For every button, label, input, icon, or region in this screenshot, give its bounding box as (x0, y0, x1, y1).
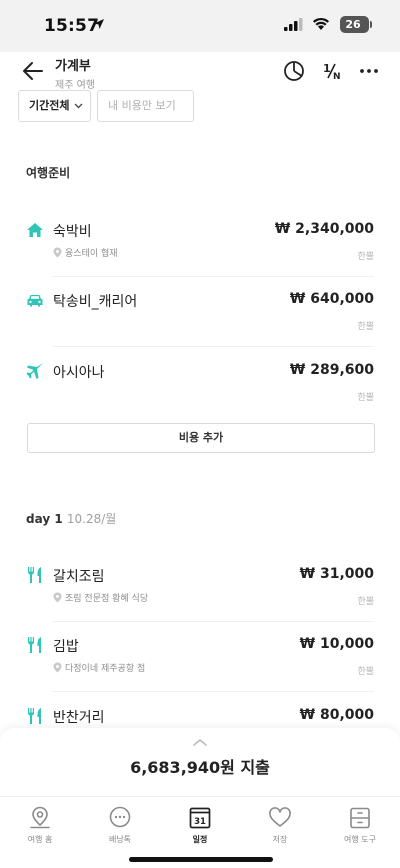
expense-name: 반찬거리 (53, 710, 105, 726)
expense-place-text: 조림 전문점 황혜 식당 (65, 594, 149, 604)
location-arrow-icon (94, 19, 104, 29)
settle-status: 한뿔 (357, 393, 374, 403)
expense-place-text: 융스테이 협재 (65, 249, 118, 259)
day-section-title: day 1 10.28/월 (26, 510, 116, 527)
expense-place-text: 다정이네 제주공항 점 (65, 664, 146, 674)
prep-section-title: 여행준비 (26, 166, 71, 180)
home-indicator (129, 857, 273, 862)
toolbox-icon (350, 807, 370, 829)
calendar-icon: 31 (189, 807, 211, 829)
chevron-down-icon (74, 103, 83, 109)
my-expenses-toggle[interactable]: 내 비용만 보기 (97, 90, 194, 122)
expense-amount: ₩ 2,340,000 (274, 221, 374, 237)
status-time: 15:57 (44, 16, 100, 36)
pin-icon (53, 247, 62, 258)
chevron-up-icon[interactable] (192, 738, 208, 746)
expense-item[interactable]: 탁송비_캐리어 ₩ 640,000 한뿔 (26, 291, 374, 361)
fork-knife-icon (28, 637, 41, 653)
expense-place: 융스테이 협재 (53, 246, 118, 259)
home-icon (27, 223, 43, 237)
divider (53, 691, 374, 692)
signal-icon (284, 18, 303, 31)
expense-amount: ₩ 10,000 (299, 636, 374, 652)
expense-name: 탁송비_캐리어 (53, 294, 138, 310)
app-header: 가계부 제주 여행 1N (0, 52, 400, 91)
expense-item[interactable]: 숙박비 ₩ 2,340,000 융스테이 협재 한뿔 (26, 221, 374, 291)
svg-text:1: 1 (323, 62, 331, 75)
battery-indicator: 26 (340, 16, 372, 33)
fork-knife-icon (28, 708, 41, 724)
tab-saved[interactable]: 저장 (240, 805, 320, 845)
pie-chart-icon[interactable] (282, 59, 306, 83)
period-filter-label: 기간전체 (29, 99, 70, 112)
chat-icon (109, 806, 131, 828)
wifi-icon (313, 17, 329, 30)
tab-label: 배낭톡 (108, 835, 132, 844)
total-spent: 6,683,940원 지출 (130, 758, 270, 777)
tab-schedule[interactable]: 31 일정 (160, 805, 240, 845)
car-icon (27, 295, 43, 307)
expense-amount: ₩ 640,000 (289, 291, 374, 307)
pin-icon (53, 662, 62, 673)
back-arrow-icon[interactable] (20, 58, 46, 84)
expense-place: 다정이네 제주공항 점 (53, 661, 145, 674)
split-bill-icon[interactable]: 1N (320, 59, 344, 83)
expense-name: 아시아나 (53, 365, 105, 381)
expense-name: 숙박비 (53, 224, 92, 240)
tab-travel-tools[interactable]: 여행 도구 (320, 805, 400, 845)
airplane-icon (26, 363, 43, 379)
svg-text:N: N (333, 72, 341, 82)
add-expense-button[interactable]: 비용 추가 (27, 423, 375, 453)
period-filter[interactable]: 기간전체 (18, 90, 91, 122)
battery-level: 26 (345, 18, 361, 31)
divider (53, 276, 374, 277)
settle-status: 한뿔 (357, 667, 374, 677)
heart-icon (269, 807, 291, 827)
day-date: 10.28/월 (66, 512, 117, 526)
more-icon[interactable] (357, 59, 381, 83)
header-titles: 가계부 제주 여행 (55, 55, 95, 91)
settle-status: 한뿔 (357, 597, 374, 607)
expense-item[interactable]: 김밥 ₩ 10,000 다정이네 제주공항 점 한뿔 (26, 636, 374, 706)
tab-label: 저장 (272, 835, 288, 844)
expense-item[interactable]: 갈치조림 ₩ 31,000 조림 전문점 황혜 식당 한뿔 (26, 566, 374, 636)
page-subtitle: 제주 여행 (55, 80, 95, 91)
divider (53, 621, 374, 622)
settle-status: 한뿔 (357, 322, 374, 332)
calendar-day: 31 (194, 817, 206, 827)
status-bar: 15:57 26 (0, 0, 400, 52)
tab-label: 여행 홈 (27, 835, 53, 844)
expense-amount: ₩ 80,000 (299, 707, 374, 723)
pin-icon (53, 592, 62, 603)
divider (53, 346, 374, 347)
map-pin-icon (30, 806, 50, 829)
expense-summary-sheet[interactable]: 6,683,940원 지출 (0, 728, 400, 796)
expense-name: 김밥 (53, 639, 79, 655)
expense-place: 조림 전문점 황혜 식당 (53, 591, 148, 604)
tab-label: 일정 (192, 835, 208, 844)
tab-chat[interactable]: 배낭톡 (80, 805, 160, 845)
fork-knife-icon (28, 567, 41, 583)
expense-name: 갈치조림 (53, 569, 105, 585)
tab-trip-home[interactable]: 여행 홈 (0, 805, 80, 845)
tab-label: 여행 도구 (344, 835, 376, 844)
page-title: 가계부 (55, 59, 91, 74)
expense-item[interactable]: 아시아나 ₩ 289,600 한뿔 (26, 362, 374, 432)
day-label: day 1 (26, 512, 63, 526)
settle-status: 한뿔 (357, 252, 374, 262)
expense-amount: ₩ 289,600 (289, 362, 374, 378)
expense-amount: ₩ 31,000 (299, 566, 374, 582)
